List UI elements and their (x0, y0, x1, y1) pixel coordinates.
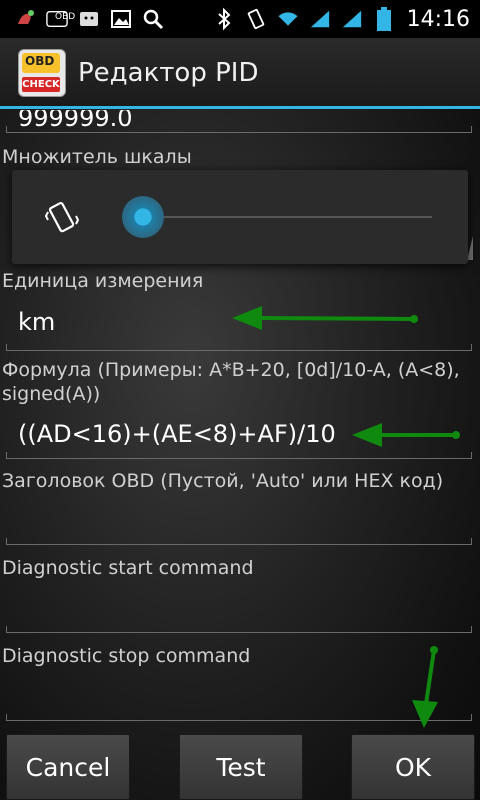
app-icon-label-bottom: CHECK (22, 77, 60, 92)
volume-slider-knob[interactable] (122, 196, 164, 238)
annotation-arrow-ok (412, 646, 438, 728)
test-button[interactable]: Test (179, 734, 303, 800)
diagnostic-stop-underline (6, 714, 472, 721)
annotation-arrow-formula (352, 423, 460, 447)
cancel-button[interactable]: Cancel (6, 734, 130, 800)
app-icon-label-top: OBD (25, 54, 55, 68)
volume-slider-track[interactable] (142, 216, 432, 218)
formula-field[interactable]: ((AD<16)+(AE<8)+AF)/10 (18, 420, 336, 448)
unit-field[interactable]: km (18, 308, 55, 336)
obd-status-label: OBD (55, 12, 76, 22)
bluetooth-icon (213, 7, 235, 31)
vibrate-icon (245, 8, 267, 30)
search-icon (142, 8, 164, 30)
unit-underline (6, 344, 472, 351)
diagnostic-start-underline (6, 626, 472, 633)
signal-icon (309, 8, 331, 30)
obd-header-underline (6, 538, 472, 545)
annotation-arrow-unit (232, 306, 418, 330)
title-divider (0, 106, 480, 109)
diagnostic-stop-label: Diagnostic stop command (2, 645, 251, 667)
formula-underline (6, 452, 472, 459)
vibrate-icon[interactable] (44, 198, 80, 238)
signal-icon-2 (341, 8, 363, 30)
max-value-underline (6, 126, 472, 133)
image-icon (110, 8, 132, 30)
action-bar: OBD CHECK Редактор PID (0, 38, 480, 108)
status-bar: OBD 14:16 (0, 0, 480, 38)
formula-label: Формула (Примеры: A*B+20, [0d]/10-A, (A<… (2, 359, 460, 405)
volume-popup (12, 170, 468, 264)
scale-label: Множитель шкалы (2, 146, 192, 168)
battery-icon (373, 7, 395, 31)
dialog-button-bar: Cancel Test OK (0, 728, 480, 800)
diagnostic-start-label: Diagnostic start command (2, 557, 254, 579)
alert-icon (14, 8, 36, 30)
status-time: 14:16 (406, 6, 470, 32)
unit-label: Единица измерения (2, 270, 204, 292)
ok-button[interactable]: OK (351, 734, 475, 800)
android-icon (78, 8, 100, 30)
obd-header-label: Заголовок OBD (Пустой, 'Auto' или HEX ко… (2, 470, 444, 492)
app-icon[interactable]: OBD CHECK (18, 49, 66, 97)
page-title: Редактор PID (78, 58, 259, 88)
wifi-icon (277, 8, 299, 30)
